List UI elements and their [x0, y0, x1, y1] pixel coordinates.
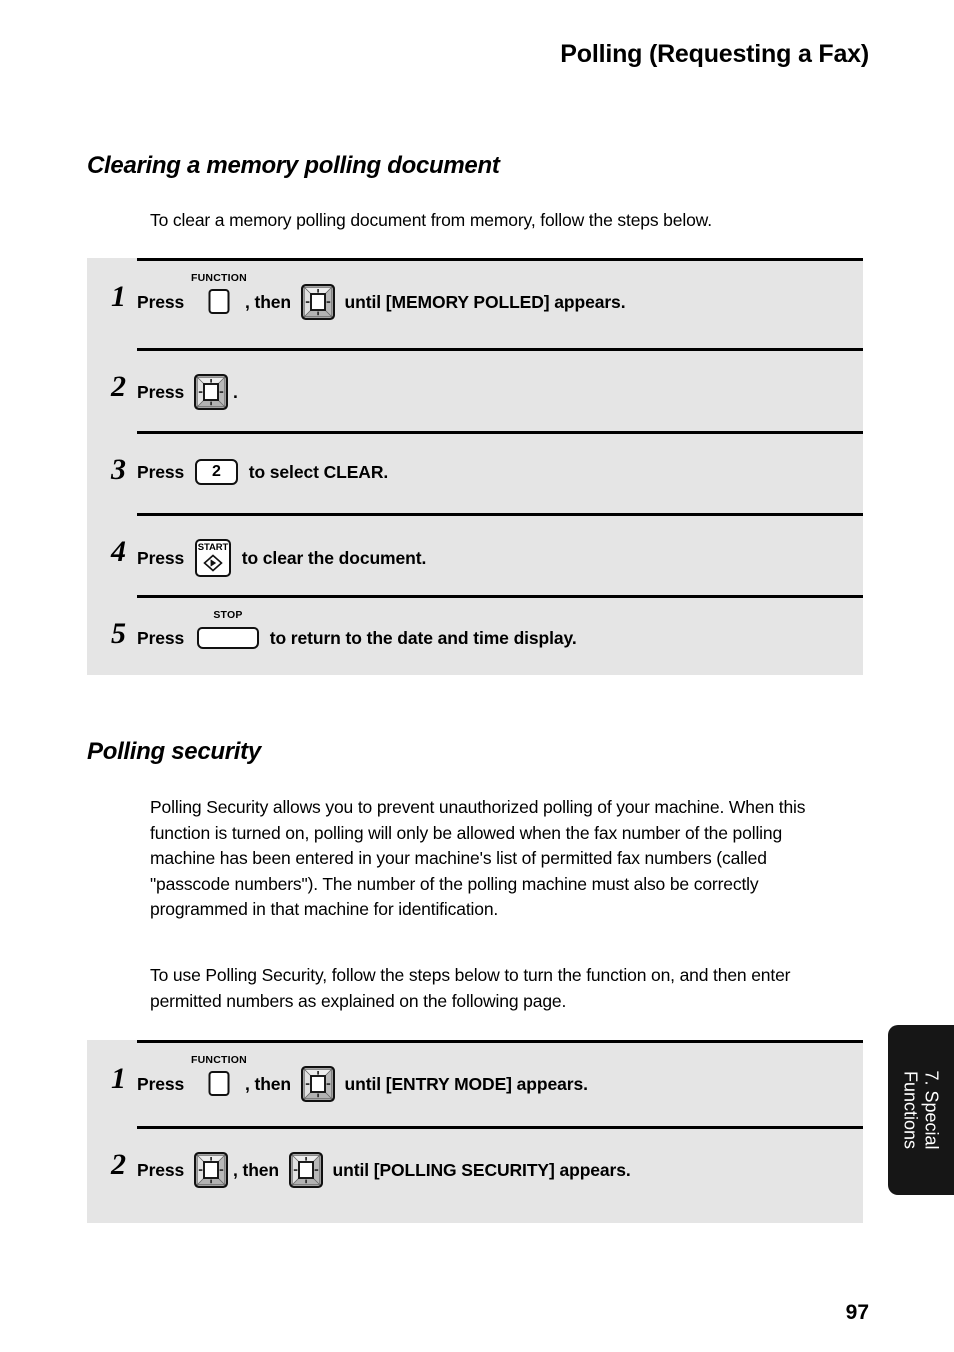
- step-list-clearing: 1 Press FUNCTION , then until [MEMORY PO…: [87, 258, 863, 675]
- step-divider: [137, 513, 863, 516]
- nav-key-icon: [300, 1066, 335, 1102]
- page-title: Polling (Requesting a Fax): [560, 40, 869, 68]
- step-number: 1: [111, 280, 126, 313]
- stop-key-body: [196, 627, 259, 649]
- step-instruction: Press STOP to return to the date and tim…: [137, 595, 577, 677]
- function-key-label: FUNCTION: [191, 272, 247, 284]
- step-text-fragment: Press: [137, 627, 189, 648]
- step-text-fragment: , then: [244, 291, 296, 312]
- step-divider: [137, 1126, 863, 1129]
- start-key-label: START: [197, 542, 229, 553]
- stop-key-label: STOP: [213, 609, 243, 621]
- step-text-fragment: , then: [244, 1073, 296, 1094]
- step-text-fragment: Press: [137, 381, 189, 402]
- numeric-key-icon: 2: [194, 459, 238, 485]
- step-item: 1 Press FUNCTION , then: [87, 1040, 863, 1126]
- step-instruction: Press .: [137, 348, 238, 432]
- step-text-fragment: Press: [137, 547, 189, 568]
- side-tab-line-1: 7. Special: [922, 1070, 942, 1150]
- function-key-body: [208, 289, 230, 314]
- step-text-fragment: to select CLEAR.: [243, 461, 389, 482]
- step-list-security: 1 Press FUNCTION , then until [ENTRY MOD…: [87, 1040, 863, 1223]
- step-text-fragment: , then: [232, 1159, 284, 1180]
- step-instruction: Press , then until [POLLING SECURITY] ap…: [137, 1126, 631, 1210]
- step-item: 4 Press START to clear the document.: [87, 513, 863, 595]
- security-paragraph-2: To use Polling Security, follow the step…: [150, 965, 791, 1011]
- step-text-fragment: to return to the date and time display.: [264, 627, 577, 648]
- step-text-fragment: Press: [137, 461, 189, 482]
- step-item: 2 Press , then until [POLLING SECURITY] …: [87, 1126, 863, 1210]
- step-divider: [137, 595, 863, 598]
- step-text-fragment: to clear the document.: [236, 547, 427, 568]
- step-item: 2 Press .: [87, 348, 863, 431]
- nav-key-icon: [193, 1152, 228, 1188]
- step-divider: [137, 348, 863, 351]
- step-divider: [137, 1040, 863, 1043]
- side-tab-line-2: Functions: [901, 1070, 921, 1150]
- nav-key-icon: [288, 1152, 323, 1188]
- step-number: 2: [111, 1148, 126, 1181]
- function-key-icon: FUNCTION: [191, 273, 247, 320]
- side-chapter-tab-label: 7. Special Functions: [900, 1070, 942, 1149]
- step-text-fragment: .: [232, 381, 238, 402]
- step-item: 5 Press STOP to return to the date and t…: [87, 595, 863, 675]
- step-text-fragment: Press: [137, 1159, 189, 1180]
- step-instruction: Press START to clear the document.: [137, 513, 426, 599]
- section-heading-security: Polling security: [87, 738, 261, 765]
- step-text-fragment: until [MEMORY POLLED] appears.: [339, 291, 626, 312]
- nav-key-icon: [300, 284, 335, 320]
- step-text-fragment: Press: [137, 1073, 189, 1094]
- step-number: 4: [111, 535, 126, 568]
- step-item: 1 Press FUNCTION , then: [87, 258, 863, 348]
- section-heading-clearing: Clearing a memory polling document: [87, 152, 500, 179]
- page-number: 97: [845, 1301, 869, 1324]
- security-paragraph-1: Polling Security allows you to prevent u…: [150, 797, 806, 919]
- step-number: 1: [111, 1062, 126, 1095]
- function-key-icon: FUNCTION: [191, 1055, 247, 1102]
- step-number: 5: [111, 617, 126, 650]
- step-number: 2: [111, 370, 126, 403]
- start-key-icon: START: [194, 539, 231, 577]
- step-instruction: Press FUNCTION , then: [137, 1040, 588, 1124]
- step-item: 3 Press 2 to select CLEAR.: [87, 431, 863, 513]
- start-diamond-glyph: [203, 554, 223, 572]
- function-key-label: FUNCTION: [191, 1054, 247, 1066]
- step-text-fragment: Press: [137, 291, 189, 312]
- step-text-fragment: until [POLLING SECURITY] appears.: [327, 1159, 631, 1180]
- function-key-body: [208, 1071, 230, 1096]
- stop-key-icon: STOP: [196, 610, 259, 655]
- step-divider: [137, 258, 863, 261]
- side-chapter-tab: 7. Special Functions: [888, 1025, 954, 1195]
- nav-key-icon: [193, 374, 228, 410]
- step-divider: [137, 431, 863, 434]
- step-instruction: Press 2 to select CLEAR.: [137, 431, 388, 509]
- step-text-fragment: until [ENTRY MODE] appears.: [339, 1073, 588, 1094]
- step-instruction: Press FUNCTION , then: [137, 258, 626, 342]
- step-number: 3: [111, 453, 126, 486]
- intro-paragraph-clearing: To clear a memory polling document from …: [150, 210, 712, 230]
